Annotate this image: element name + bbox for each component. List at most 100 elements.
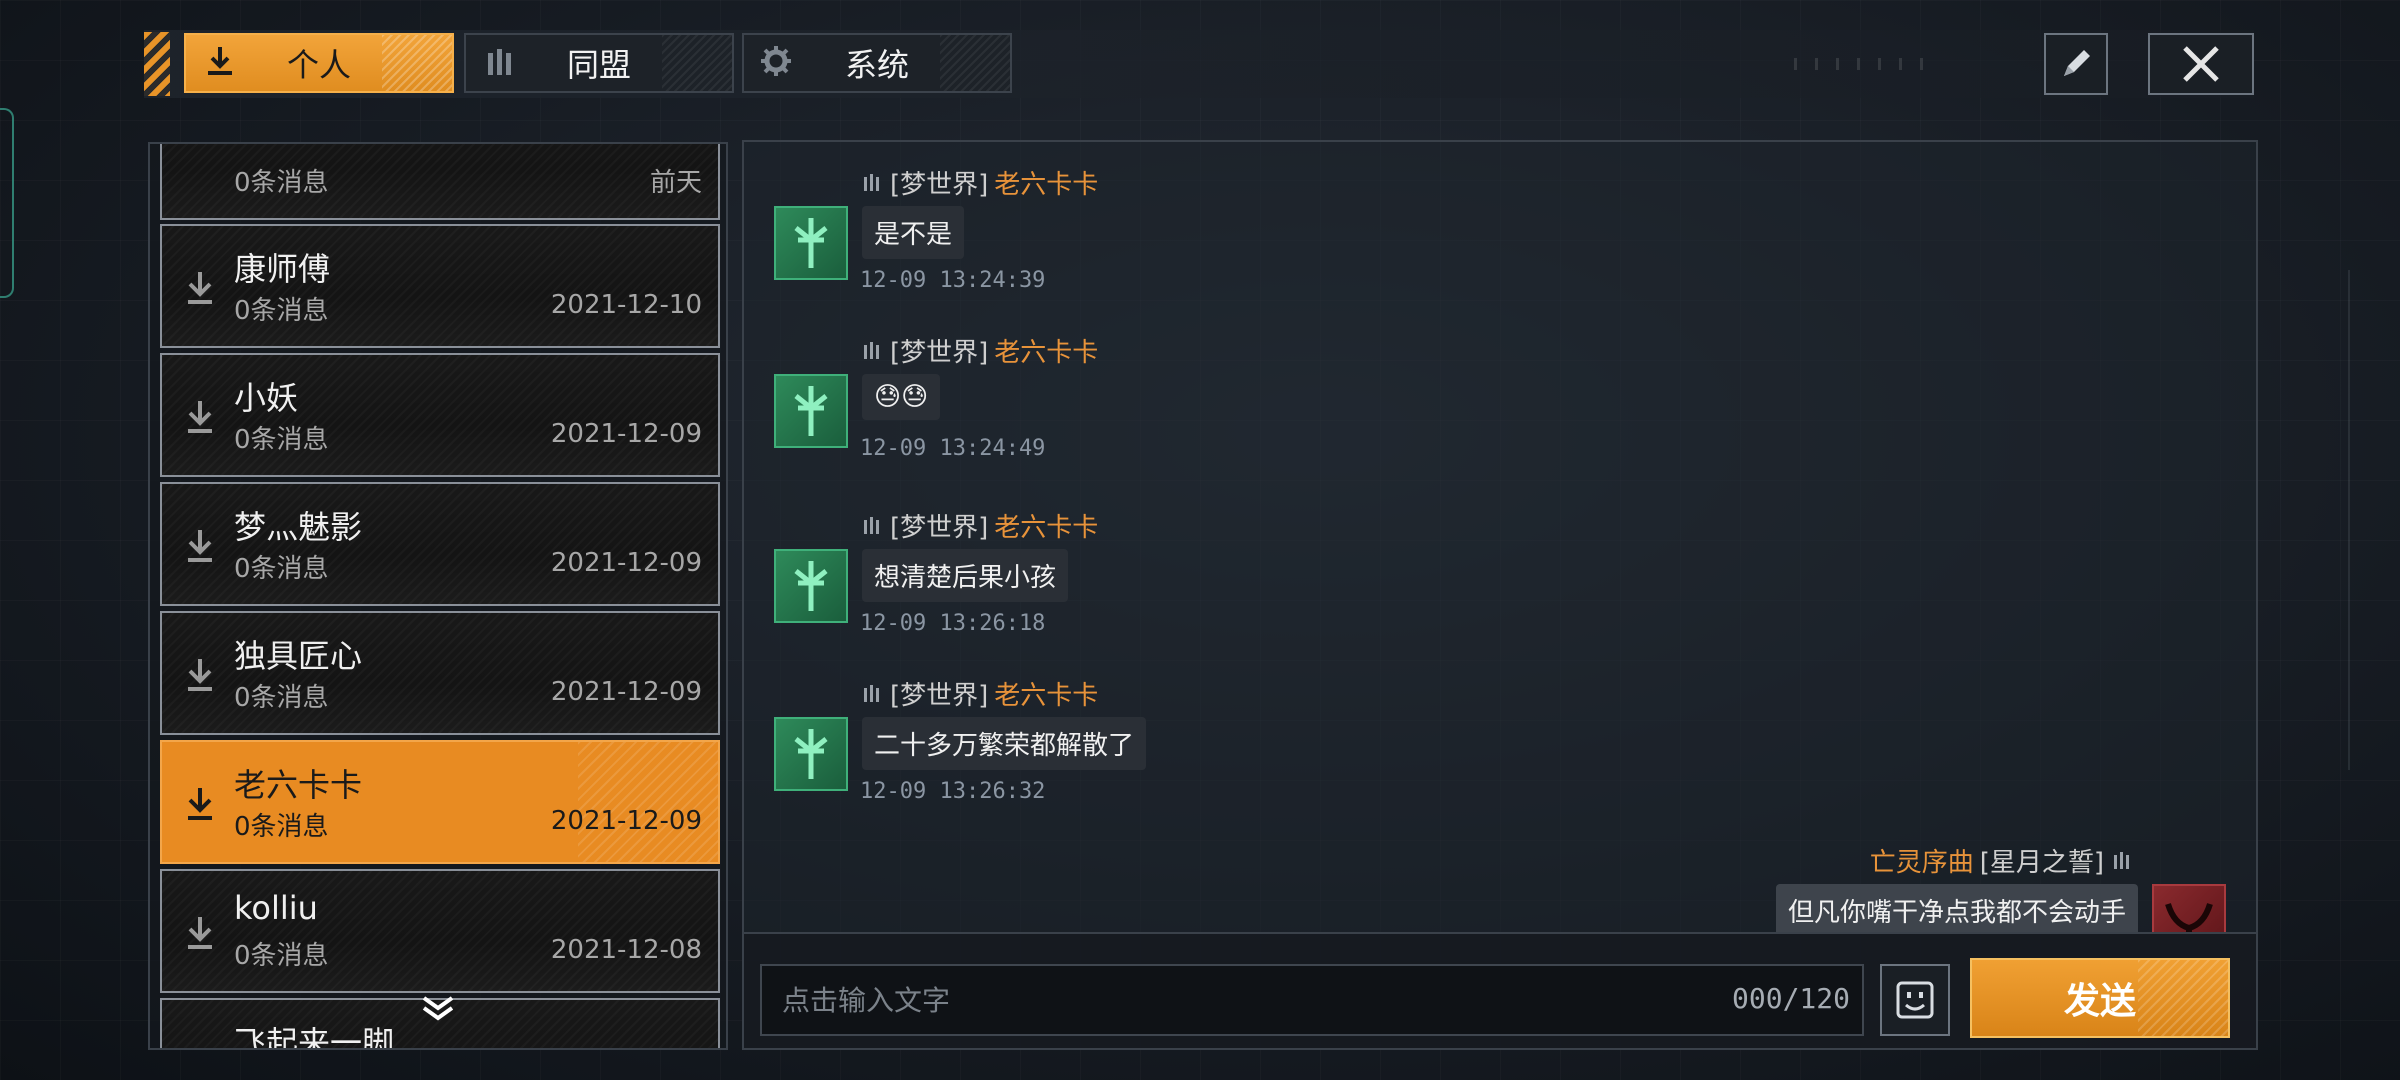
- sender-name[interactable]: 老六卡卡: [994, 332, 1098, 369]
- message-timestamp: 12-09 13:24:49: [860, 436, 1046, 461]
- download-arrow-icon: [188, 659, 212, 691]
- contact-date: 2021-12-09: [550, 806, 702, 836]
- message-header: [梦世界] 老六卡卡: [860, 164, 1098, 201]
- avatar-emblem-icon: [794, 561, 828, 611]
- download-arrow-icon: [188, 401, 212, 433]
- sender-name[interactable]: 老六卡卡: [994, 675, 1098, 712]
- horned-emblem-icon: [2165, 903, 2213, 932]
- alliance-icon: [864, 173, 879, 191]
- message-bubble[interactable]: 想清楚后果小孩: [862, 549, 1069, 602]
- contact-message-count: 0条消息: [234, 425, 329, 455]
- character-counter: 000/120: [1732, 982, 1851, 1015]
- avatar[interactable]: [2152, 884, 2226, 932]
- alliance-icon: [488, 49, 511, 75]
- sender-name[interactable]: 老六卡卡: [994, 507, 1098, 544]
- message-input[interactable]: [760, 964, 1864, 1036]
- message-bubble[interactable]: 😓😓: [862, 374, 941, 420]
- contact-date: 2021-12-10: [550, 290, 702, 320]
- background-ruler-decoration: [2310, 270, 2350, 770]
- contact-date: 2021-12-09: [550, 548, 702, 578]
- avatar[interactable]: [774, 549, 848, 623]
- input-bar: 000/120 发送: [744, 932, 2256, 1048]
- contact-name: 飞起来一脚: [234, 1024, 395, 1050]
- contact-name: 梦灬魅影: [234, 508, 363, 546]
- contact-item[interactable]: kolliu 0条消息 2021-12-08: [160, 869, 720, 993]
- download-arrow-icon: [188, 788, 212, 820]
- message-timestamp: 12-09 13:24:39: [860, 268, 1046, 293]
- decorative-dots: [1794, 58, 2034, 70]
- tab-system-label: 系统: [844, 46, 909, 84]
- own-chat-message: 亡灵序曲 [星月之誓] 但凡你嘴干净点我都不会动手: [1526, 842, 2226, 932]
- message-bubble[interactable]: 二十多万繁荣都解散了: [862, 717, 1147, 770]
- contact-item[interactable]: 康师傅 0条消息 2021-12-10: [160, 224, 720, 348]
- message-timestamp: 12-09 13:26:32: [860, 779, 1046, 804]
- chat-message: [梦世界] 老六卡卡 是不是 12-09 13:24:39: [774, 164, 1574, 324]
- contact-list[interactable]: 0条消息 前天 康师傅 0条消息 2021-12-10 小妖 0条消息 2021…: [148, 142, 728, 1050]
- contact-name: 小妖: [234, 379, 299, 417]
- contact-item[interactable]: 0条消息 前天: [160, 144, 720, 220]
- message-header: [梦世界] 老六卡卡: [860, 332, 1098, 369]
- contact-date: 2021-12-09: [550, 419, 702, 449]
- alliance-icon: [864, 516, 879, 534]
- contact-date: 前天: [649, 168, 702, 198]
- emoji-button[interactable]: [1880, 964, 1950, 1036]
- download-arrow-icon: [208, 47, 232, 75]
- tab-personal[interactable]: 个人: [184, 33, 454, 93]
- alliance-icon: [2114, 851, 2129, 869]
- chat-message: [梦世界] 老六卡卡 想清楚后果小孩 12-09 13:26:18: [774, 507, 1574, 667]
- background-frame-decoration: [0, 108, 14, 298]
- contact-item[interactable]: 梦灬魅影 0条消息 2021-12-09: [160, 482, 720, 606]
- chat-panel: [梦世界] 老六卡卡 是不是 12-09 13:24:39 [梦世界] 老六卡卡…: [742, 140, 2258, 1050]
- chevron-down-icon[interactable]: [418, 994, 458, 1024]
- sender-name[interactable]: 老六卡卡: [994, 164, 1098, 201]
- avatar-emblem-icon: [794, 218, 828, 268]
- server-name: [梦世界]: [890, 681, 989, 711]
- tab-alliance[interactable]: 同盟: [464, 33, 734, 93]
- sender-name[interactable]: 亡灵序曲: [1870, 842, 1974, 879]
- message-timestamp: 12-09 13:26:18: [860, 611, 1046, 636]
- download-arrow-icon: [188, 917, 212, 949]
- server-name: [梦世界]: [890, 513, 989, 543]
- alliance-icon: [864, 684, 879, 702]
- emoji-icon: [1896, 981, 1934, 1019]
- alliance-icon: [864, 341, 879, 359]
- close-icon: [2183, 46, 2219, 82]
- tab-alliance-label: 同盟: [566, 46, 631, 84]
- message-header: [梦世界] 老六卡卡: [860, 507, 1098, 544]
- server-name: [星月之誓]: [1979, 848, 2104, 878]
- hazard-stripe-decoration: [144, 32, 170, 96]
- download-arrow-icon: [188, 272, 212, 304]
- tab-bar: 个人 同盟 系统: [144, 30, 2254, 98]
- message-bubble[interactable]: 但凡你嘴干净点我都不会动手: [1775, 884, 2138, 932]
- contact-name: kolliu: [234, 889, 318, 927]
- contact-item[interactable]: 独具匠心 0条消息 2021-12-09: [160, 611, 720, 735]
- contact-message-count: 0条消息: [234, 296, 329, 326]
- contact-name: 康师傅: [234, 250, 331, 288]
- contact-item-selected[interactable]: 老六卡卡 0条消息 2021-12-09: [160, 740, 720, 864]
- edit-button[interactable]: [2044, 33, 2108, 95]
- close-button[interactable]: [2148, 33, 2254, 95]
- gear-icon: [761, 46, 791, 76]
- contact-name: 独具匠心: [234, 637, 363, 675]
- contact-message-count: 0条消息: [234, 812, 329, 842]
- tab-system[interactable]: 系统: [742, 33, 1012, 93]
- message-bubble[interactable]: 是不是: [862, 206, 965, 259]
- message-header: 亡灵序曲 [星月之誓]: [1870, 842, 2134, 879]
- contact-message-count: 0条消息: [234, 168, 329, 198]
- download-arrow-icon: [188, 530, 212, 562]
- send-button[interactable]: 发送: [1970, 958, 2230, 1038]
- avatar[interactable]: [774, 206, 848, 280]
- contact-item[interactable]: 小妖 0条消息 2021-12-09: [160, 353, 720, 477]
- pencil-icon: [2064, 50, 2090, 76]
- avatar[interactable]: [774, 717, 848, 791]
- server-name: [梦世界]: [890, 170, 989, 200]
- avatar-emblem-icon: [794, 386, 828, 436]
- chat-message: [梦世界] 老六卡卡 二十多万繁荣都解散了 12-09 13:26:32: [774, 675, 1574, 835]
- message-history[interactable]: [梦世界] 老六卡卡 是不是 12-09 13:24:39 [梦世界] 老六卡卡…: [744, 142, 2256, 932]
- avatar[interactable]: [774, 374, 848, 448]
- server-name: [梦世界]: [890, 338, 989, 368]
- tab-personal-label: 个人: [286, 46, 351, 84]
- message-header: [梦世界] 老六卡卡: [860, 675, 1098, 712]
- contact-name: 老六卡卡: [234, 766, 363, 804]
- contact-date: 2021-12-09: [550, 677, 702, 707]
